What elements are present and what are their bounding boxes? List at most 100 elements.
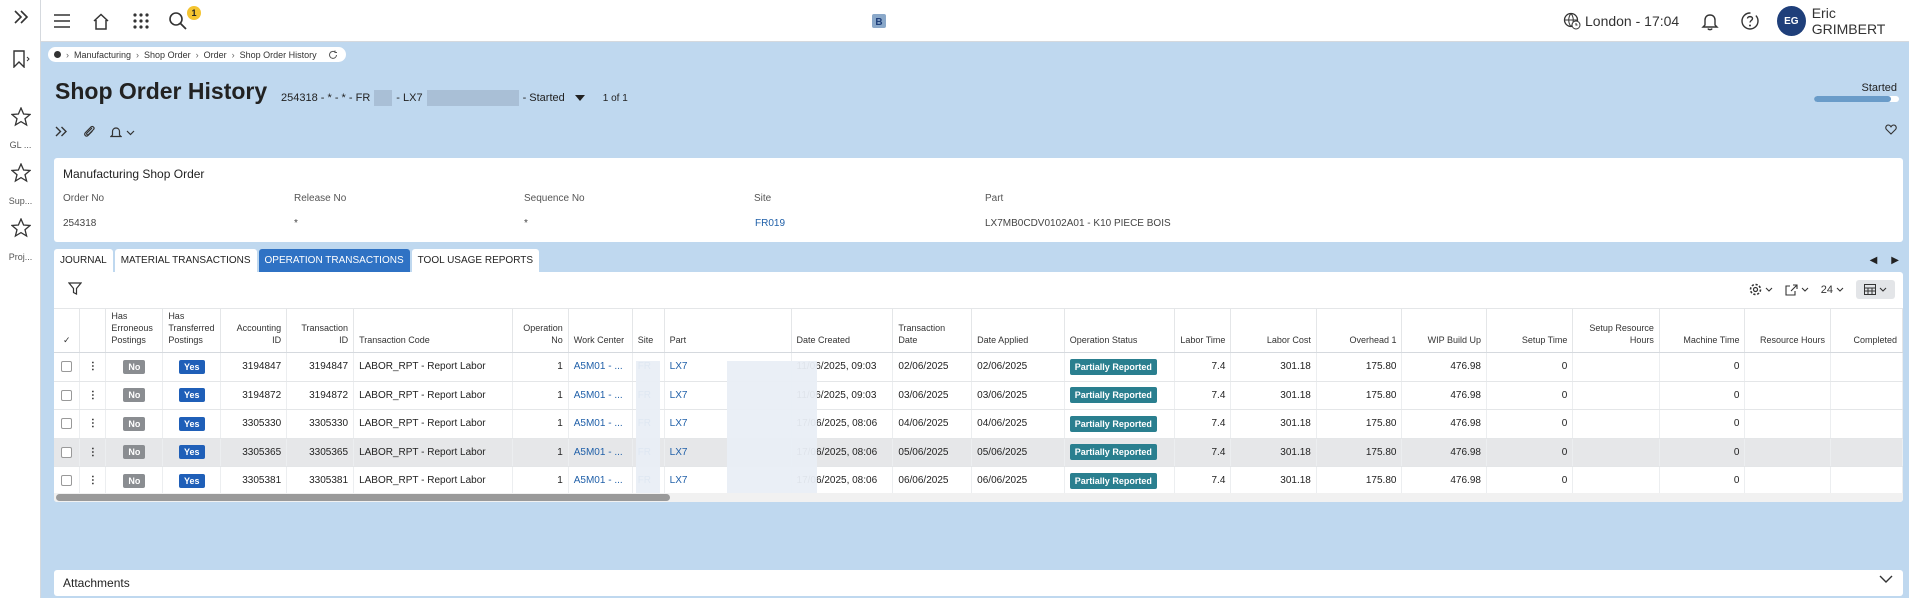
col-labor-time[interactable]: Labor Time <box>1174 308 1232 353</box>
chevron-down-icon[interactable] <box>1879 575 1893 584</box>
cell-work-center[interactable]: A5M01 - ... <box>568 381 633 410</box>
checkbox[interactable] <box>61 475 73 487</box>
row-menu-icon[interactable]: ⋮ <box>79 409 107 439</box>
cell-resource-hours <box>1744 438 1832 467</box>
col-work-center[interactable]: Work Center <box>568 308 633 353</box>
col-operation-status[interactable]: Operation Status <box>1064 308 1175 353</box>
select-all-check-icon[interactable]: ✓ <box>54 308 81 353</box>
col-machine-time[interactable]: Machine Time <box>1659 308 1746 353</box>
grid-settings-button[interactable] <box>1749 283 1773 296</box>
home-icon[interactable] <box>92 0 110 42</box>
col-has-transferred-postings[interactable]: Has Transferred Postings <box>162 308 222 353</box>
col-resource-hours[interactable]: Resource Hours <box>1744 308 1832 353</box>
expand-details-icon[interactable] <box>55 125 68 140</box>
favorite-star-icon[interactable] <box>0 217 41 241</box>
cell-operation-no: 1 <box>512 409 569 439</box>
filter-icon[interactable] <box>67 282 83 298</box>
table-row[interactable]: ⋮ No Yes 3305330 3305330 LABOR_RPT - Report L… <box>54 409 1903 439</box>
favorite-star-icon[interactable] <box>0 106 41 130</box>
col-setup-resource-hours[interactable]: Setup Resource Hours <box>1572 308 1660 353</box>
site-link[interactable]: FR019 <box>755 218 785 229</box>
col-site[interactable]: Site <box>632 308 665 353</box>
bell-icon[interactable] <box>1701 0 1719 42</box>
user-name: Eric GRIMBERT <box>1811 5 1886 37</box>
help-icon[interactable] <box>1740 0 1760 42</box>
col-overhead-1[interactable]: Overhead 1 <box>1316 308 1403 353</box>
breadcrumb-item[interactable]: Order <box>204 50 227 60</box>
tab-operation-transactions[interactable]: OPERATION TRANSACTIONS <box>258 249 410 272</box>
row-checkbox[interactable] <box>54 352 81 382</box>
cell-work-center[interactable]: A5M01 - ... <box>568 409 633 439</box>
bookmark-icon[interactable] <box>0 50 41 71</box>
table-row[interactable]: ⋮ No Yes 3194872 3194872 LABOR_RPT - Report L… <box>54 381 1903 410</box>
tab-material-transactions[interactable]: MATERIAL TRANSACTIONS <box>114 249 257 272</box>
checkbox[interactable] <box>61 361 73 373</box>
col-accounting-id[interactable]: Accounting ID <box>220 308 288 353</box>
row-menu-icon[interactable]: ⋮ <box>79 438 107 467</box>
row-checkbox[interactable] <box>54 381 81 410</box>
attachments-section[interactable]: Attachments <box>54 570 1903 596</box>
table-row[interactable]: ⋮ No Yes 3305365 3305365 LABOR_RPT - Report L… <box>54 438 1903 467</box>
location-time[interactable]: London - 17:04 <box>1563 0 1679 42</box>
col-operation-no[interactable]: Operation No <box>512 308 569 353</box>
favorite-star-icon[interactable] <box>0 162 41 186</box>
chevron-down-icon[interactable] <box>574 95 585 101</box>
record-selector[interactable]: 254318 - * - * - FR - LX7 - Started 1 of… <box>281 90 628 106</box>
cell-work-center[interactable]: A5M01 - ... <box>568 352 633 382</box>
cell-machine-time: 0 <box>1659 438 1746 467</box>
table-row[interactable]: ⋮ No Yes 3305381 3305381 LABOR_RPT - Report L… <box>54 466 1903 496</box>
cell-accounting-id: 3305365 <box>220 438 288 467</box>
refresh-icon[interactable] <box>328 50 338 60</box>
scrollbar-thumb[interactable] <box>56 494 670 501</box>
breadcrumb-item[interactable]: Shop Order <box>144 50 191 60</box>
col-setup-time[interactable]: Setup Time <box>1486 308 1574 353</box>
col-transaction-date[interactable]: Transaction Date <box>892 308 973 353</box>
page-size-select[interactable]: 24 <box>1821 284 1844 296</box>
cell-transaction-id: 3305381 <box>286 466 355 496</box>
notification-settings-button[interactable] <box>110 126 135 139</box>
expand-rail-icon[interactable] <box>0 10 41 27</box>
row-menu-header <box>79 308 107 353</box>
hamburger-menu-icon[interactable] <box>53 0 71 42</box>
col-transaction-code[interactable]: Transaction Code <box>353 308 513 353</box>
table-row[interactable]: ⋮ No Yes 3194847 3194847 LABOR_RPT - Report L… <box>54 352 1903 382</box>
user-menu[interactable]: EG Eric GRIMBERT <box>1777 0 1909 42</box>
row-menu-icon[interactable]: ⋮ <box>79 352 107 382</box>
view-mode-button[interactable] <box>1856 280 1895 299</box>
search-icon[interactable]: 1 <box>168 0 201 42</box>
col-has-erroneous-postings[interactable]: Has Erroneous Postings <box>105 308 164 353</box>
export-button[interactable] <box>1785 283 1809 296</box>
horizontal-scrollbar[interactable] <box>54 493 1903 502</box>
rail-item-label[interactable]: Proj... <box>0 252 41 262</box>
row-checkbox[interactable] <box>54 438 81 467</box>
row-menu-icon[interactable]: ⋮ <box>79 381 107 410</box>
col-date-created[interactable]: Date Created <box>791 308 894 353</box>
checkbox[interactable] <box>61 389 73 401</box>
cell-work-center[interactable]: A5M01 - ... <box>568 438 633 467</box>
breadcrumb-item[interactable]: Manufacturing <box>74 50 131 60</box>
row-checkbox[interactable] <box>54 409 81 439</box>
apps-grid-icon[interactable] <box>133 0 149 42</box>
cell-work-center[interactable]: A5M01 - ... <box>568 466 633 496</box>
rail-item-label[interactable]: Sup... <box>0 196 41 206</box>
checkbox[interactable] <box>61 418 73 430</box>
col-date-applied[interactable]: Date Applied <box>971 308 1065 353</box>
release-no-value: * <box>294 218 298 229</box>
paperclip-icon[interactable] <box>82 124 96 141</box>
tab-journal[interactable]: JOURNAL <box>54 249 113 272</box>
checkbox[interactable] <box>61 446 73 458</box>
col-transaction-id[interactable]: Transaction ID <box>286 308 355 353</box>
row-menu-icon[interactable]: ⋮ <box>79 466 107 496</box>
tab-tool-usage-reports[interactable]: TOOL USAGE REPORTS <box>411 249 540 272</box>
breadcrumb-home-icon[interactable] <box>54 51 61 58</box>
tab-scroll-left-icon[interactable]: ◀ <box>1870 255 1878 266</box>
heart-favorite-icon[interactable] <box>1885 124 1897 138</box>
col-completed[interactable]: Completed <box>1830 308 1903 353</box>
row-checkbox[interactable] <box>54 466 81 496</box>
col-wip-build-up[interactable]: WIP Build Up <box>1401 308 1487 353</box>
status-badge: No <box>123 388 146 403</box>
rail-item-label[interactable]: GL ... <box>0 140 41 150</box>
tab-scroll-right-icon[interactable]: ▶ <box>1891 255 1899 266</box>
col-part[interactable]: Part <box>664 308 792 353</box>
col-labor-cost[interactable]: Labor Cost <box>1230 308 1317 353</box>
